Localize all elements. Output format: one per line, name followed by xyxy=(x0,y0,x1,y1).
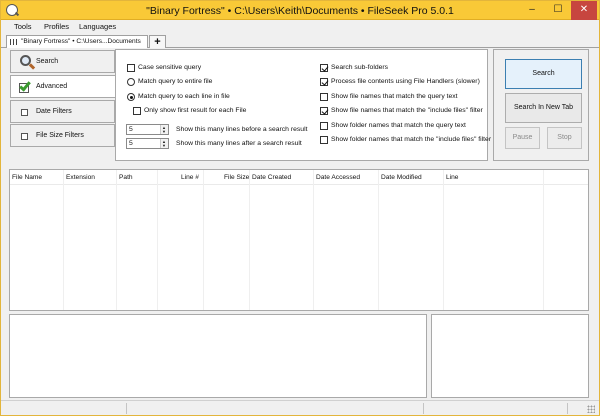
lines-before-value: 5 xyxy=(129,126,133,133)
file-details-pane[interactable] xyxy=(431,314,589,398)
menu-languages[interactable]: Languages xyxy=(79,22,116,31)
status-divider xyxy=(126,403,127,414)
column-header-path[interactable]: Path xyxy=(119,174,133,181)
case-sensitive-label: Case sensitive query xyxy=(138,64,202,71)
status-bar xyxy=(1,400,599,415)
checkmark-icon xyxy=(19,79,33,94)
lines-before-label: Show this many lines before a search res… xyxy=(176,126,308,133)
search-subfolders-label: Search sub-folders xyxy=(331,64,389,71)
menu-bar: Tools Profiles Languages xyxy=(1,20,599,34)
checkbox-icon xyxy=(21,133,28,140)
stop-button[interactable]: Stop xyxy=(547,127,582,149)
sliders-icon xyxy=(10,39,17,45)
tab-binary-fortress[interactable]: "Binary Fortress" • C:\Users...Documents xyxy=(6,35,148,48)
header-divider xyxy=(10,184,588,185)
add-tab-button[interactable]: + xyxy=(149,35,166,48)
sidebar-item-label: File Size Filters xyxy=(36,132,84,139)
case-sensitive-checkbox[interactable] xyxy=(127,64,135,72)
lines-after-value: 5 xyxy=(129,140,133,147)
column-divider xyxy=(543,170,544,310)
sidebar-item-file-size-filters[interactable]: File Size Filters xyxy=(10,124,115,147)
names-match-include-checkbox[interactable] xyxy=(320,107,328,115)
folders-match-query-label: Show folder names that match the query t… xyxy=(331,122,466,129)
column-header-file-size[interactable]: File Size xyxy=(224,174,249,181)
magnifier-icon xyxy=(19,54,36,70)
column-header-date-modified[interactable]: Date Modified xyxy=(381,174,422,181)
file-preview-pane[interactable] xyxy=(9,314,427,398)
advanced-options-panel: Case sensitive query Match query to enti… xyxy=(115,49,492,161)
match-entire-radio[interactable] xyxy=(127,78,135,86)
pause-button[interactable]: Pause xyxy=(505,127,540,149)
menu-tools[interactable]: Tools xyxy=(14,22,32,31)
column-divider xyxy=(313,170,314,310)
match-each-line-radio[interactable] xyxy=(127,93,135,101)
column-divider xyxy=(378,170,379,310)
sidebar-item-date-filters[interactable]: Date Filters xyxy=(10,100,115,123)
maximize-button[interactable]: ☐ xyxy=(545,1,571,20)
column-divider xyxy=(63,170,64,310)
lines-before-stepper[interactable]: 5 ▲ ▼ xyxy=(126,124,169,135)
resize-grip-icon[interactable] xyxy=(587,405,595,413)
results-table[interactable]: File Name Extension Path Line # File Siz… xyxy=(9,169,589,311)
column-header-extension[interactable]: Extension xyxy=(66,174,95,181)
column-divider xyxy=(249,170,250,310)
stepper-down-icon[interactable]: ▼ xyxy=(162,129,166,134)
column-divider xyxy=(203,170,204,310)
search-button[interactable]: Search xyxy=(505,59,582,89)
names-match-query-label: Show file names that match the query tex… xyxy=(331,93,458,100)
column-header-line-number[interactable]: Line # xyxy=(181,174,199,181)
folders-match-query-checkbox[interactable] xyxy=(320,122,328,130)
column-divider xyxy=(116,170,117,310)
search-buttons-panel: Search Search In New Tab Pause Stop xyxy=(493,49,589,161)
folders-match-include-label: Show folder names that match the "includ… xyxy=(331,136,492,143)
sidebar-item-search[interactable]: Search xyxy=(10,50,115,73)
tab-label: "Binary Fortress" • C:\Users...Documents xyxy=(21,38,141,45)
match-entire-label: Match query to entire file xyxy=(138,78,213,85)
search-subfolders-checkbox[interactable] xyxy=(320,64,328,72)
folders-match-include-checkbox[interactable] xyxy=(320,136,328,144)
file-handlers-label: Process file contents using File Handler… xyxy=(331,78,480,85)
column-divider xyxy=(157,170,158,310)
search-new-tab-button[interactable]: Search In New Tab xyxy=(505,93,582,123)
stepper-down-icon[interactable]: ▼ xyxy=(162,143,166,148)
minimize-button[interactable]: – xyxy=(519,1,545,20)
column-header-date-created[interactable]: Date Created xyxy=(252,174,291,181)
column-header-line[interactable]: Line xyxy=(446,174,458,181)
names-match-include-label: Show file names that match the "include … xyxy=(331,107,483,114)
checkbox-icon xyxy=(21,109,28,116)
sidebar-item-label: Search xyxy=(36,58,59,65)
title-bar[interactable]: "Binary Fortress" • C:\Users\Keith\Docum… xyxy=(1,1,599,20)
first-result-only-checkbox[interactable] xyxy=(133,107,141,115)
first-result-only-label: Only show first result for each File xyxy=(144,107,247,114)
column-divider xyxy=(443,170,444,310)
lines-after-label: Show this many lines after a search resu… xyxy=(176,140,302,147)
tab-strip: "Binary Fortress" • C:\Users...Documents… xyxy=(1,34,599,48)
window-title: "Binary Fortress" • C:\Users\Keith\Docum… xyxy=(146,5,454,17)
menu-profiles[interactable]: Profiles xyxy=(44,22,69,31)
sidebar-item-label: Advanced xyxy=(36,83,68,90)
sidebar-item-label: Date Filters xyxy=(36,108,72,115)
app-window: "Binary Fortress" • C:\Users\Keith\Docum… xyxy=(0,0,600,416)
sidebar-item-advanced[interactable]: Advanced xyxy=(10,75,116,98)
column-header-file-name[interactable]: File Name xyxy=(12,174,42,181)
column-header-date-accessed[interactable]: Date Accessed xyxy=(316,174,360,181)
status-divider xyxy=(423,403,424,414)
match-each-line-label: Match query to each line in file xyxy=(138,93,230,100)
lines-after-stepper[interactable]: 5 ▲ ▼ xyxy=(126,138,169,149)
names-match-query-checkbox[interactable] xyxy=(320,93,328,101)
close-button[interactable]: ✕ xyxy=(571,1,597,20)
file-handlers-checkbox[interactable] xyxy=(320,78,328,86)
status-divider xyxy=(567,403,568,414)
